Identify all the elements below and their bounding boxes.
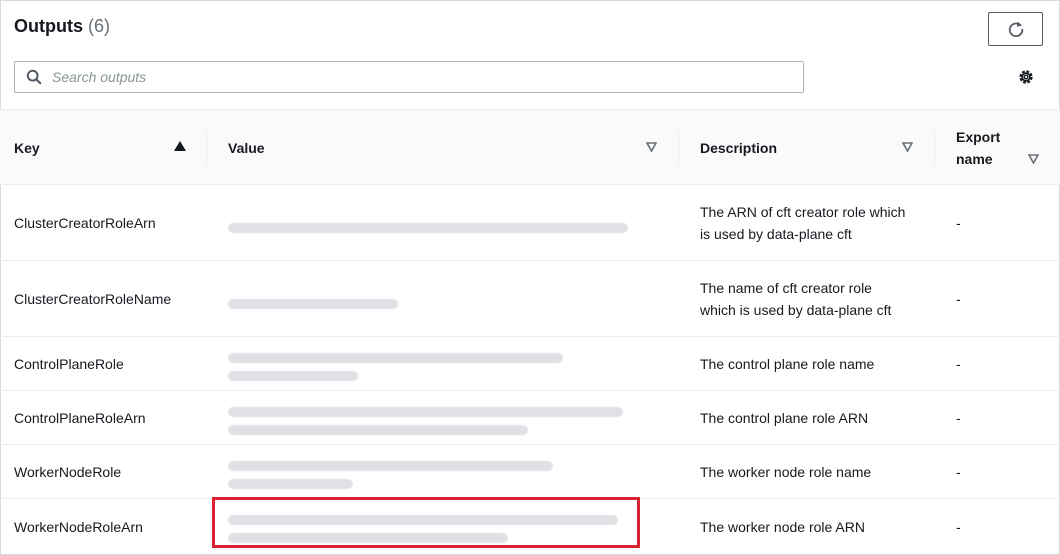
table-header: Key Value Description Export name — [0, 109, 1060, 185]
cell-key: WorkerNodeRoleArn — [14, 519, 143, 535]
table-row: ClusterCreatorRoleArn The ARN of cft cre… — [0, 185, 1060, 261]
refresh-icon — [1008, 21, 1023, 37]
cell-key: ClusterCreatorRoleName — [14, 290, 172, 307]
sort-icon — [1028, 154, 1039, 164]
column-divider — [678, 130, 679, 166]
redacted-value — [212, 199, 642, 251]
column-value[interactable]: Value — [228, 110, 668, 186]
table-row: WorkerNodeRole The worker node role name… — [0, 445, 1060, 499]
refresh-button[interactable] — [988, 12, 1043, 46]
cell-description: The ARN of cft creator role which is use… — [700, 203, 906, 242]
redacted-value — [212, 449, 642, 497]
cell-key: WorkerNodeRole — [14, 463, 122, 480]
cell-key: ClusterCreatorRoleArn — [14, 214, 156, 231]
cell-key: ControlPlaneRoleArn — [14, 409, 146, 426]
column-divider — [934, 130, 935, 166]
cell-export: - — [956, 519, 961, 535]
cell-description: The worker node role ARN — [700, 519, 865, 535]
table-row: ControlPlaneRole The control plane role … — [0, 337, 1060, 391]
cell-export: - — [956, 214, 961, 231]
cell-export: - — [956, 463, 961, 480]
gear-icon — [1019, 70, 1033, 84]
redacted-value — [212, 271, 642, 327]
search-icon — [26, 68, 44, 86]
search-input[interactable] — [52, 69, 752, 85]
panel-title: Outputs — [14, 16, 83, 36]
cell-description: The control plane role name — [700, 355, 875, 372]
cell-export: - — [956, 409, 961, 426]
cell-export: - — [956, 290, 961, 307]
settings-button[interactable] — [1016, 67, 1036, 87]
cell-export: - — [956, 355, 961, 372]
table-row: ControlPlaneRoleArn The control plane ro… — [0, 391, 1060, 445]
sort-icon — [902, 142, 913, 152]
column-key[interactable]: Key — [14, 110, 194, 186]
output-count: (6) — [88, 16, 110, 36]
sort-icon — [646, 142, 657, 152]
panel-header: Outputs (6) — [14, 16, 110, 40]
redacted-value — [212, 395, 642, 443]
highlight-box — [212, 497, 640, 548]
table-row: ClusterCreatorRoleName The name of cft c… — [0, 261, 1060, 337]
redacted-value — [212, 341, 642, 389]
sort-ascending-icon — [174, 141, 186, 151]
cell-description: The name of cft creator role which is us… — [700, 279, 892, 318]
search-box[interactable] — [14, 61, 804, 93]
cell-key: ControlPlaneRole — [14, 355, 124, 372]
cell-description: The worker node role name — [700, 463, 872, 480]
column-divider — [206, 130, 207, 166]
column-description[interactable]: Description — [700, 110, 920, 186]
column-export-name[interactable]: Export name — [956, 110, 1046, 186]
cell-description: The control plane role ARN — [700, 409, 869, 426]
